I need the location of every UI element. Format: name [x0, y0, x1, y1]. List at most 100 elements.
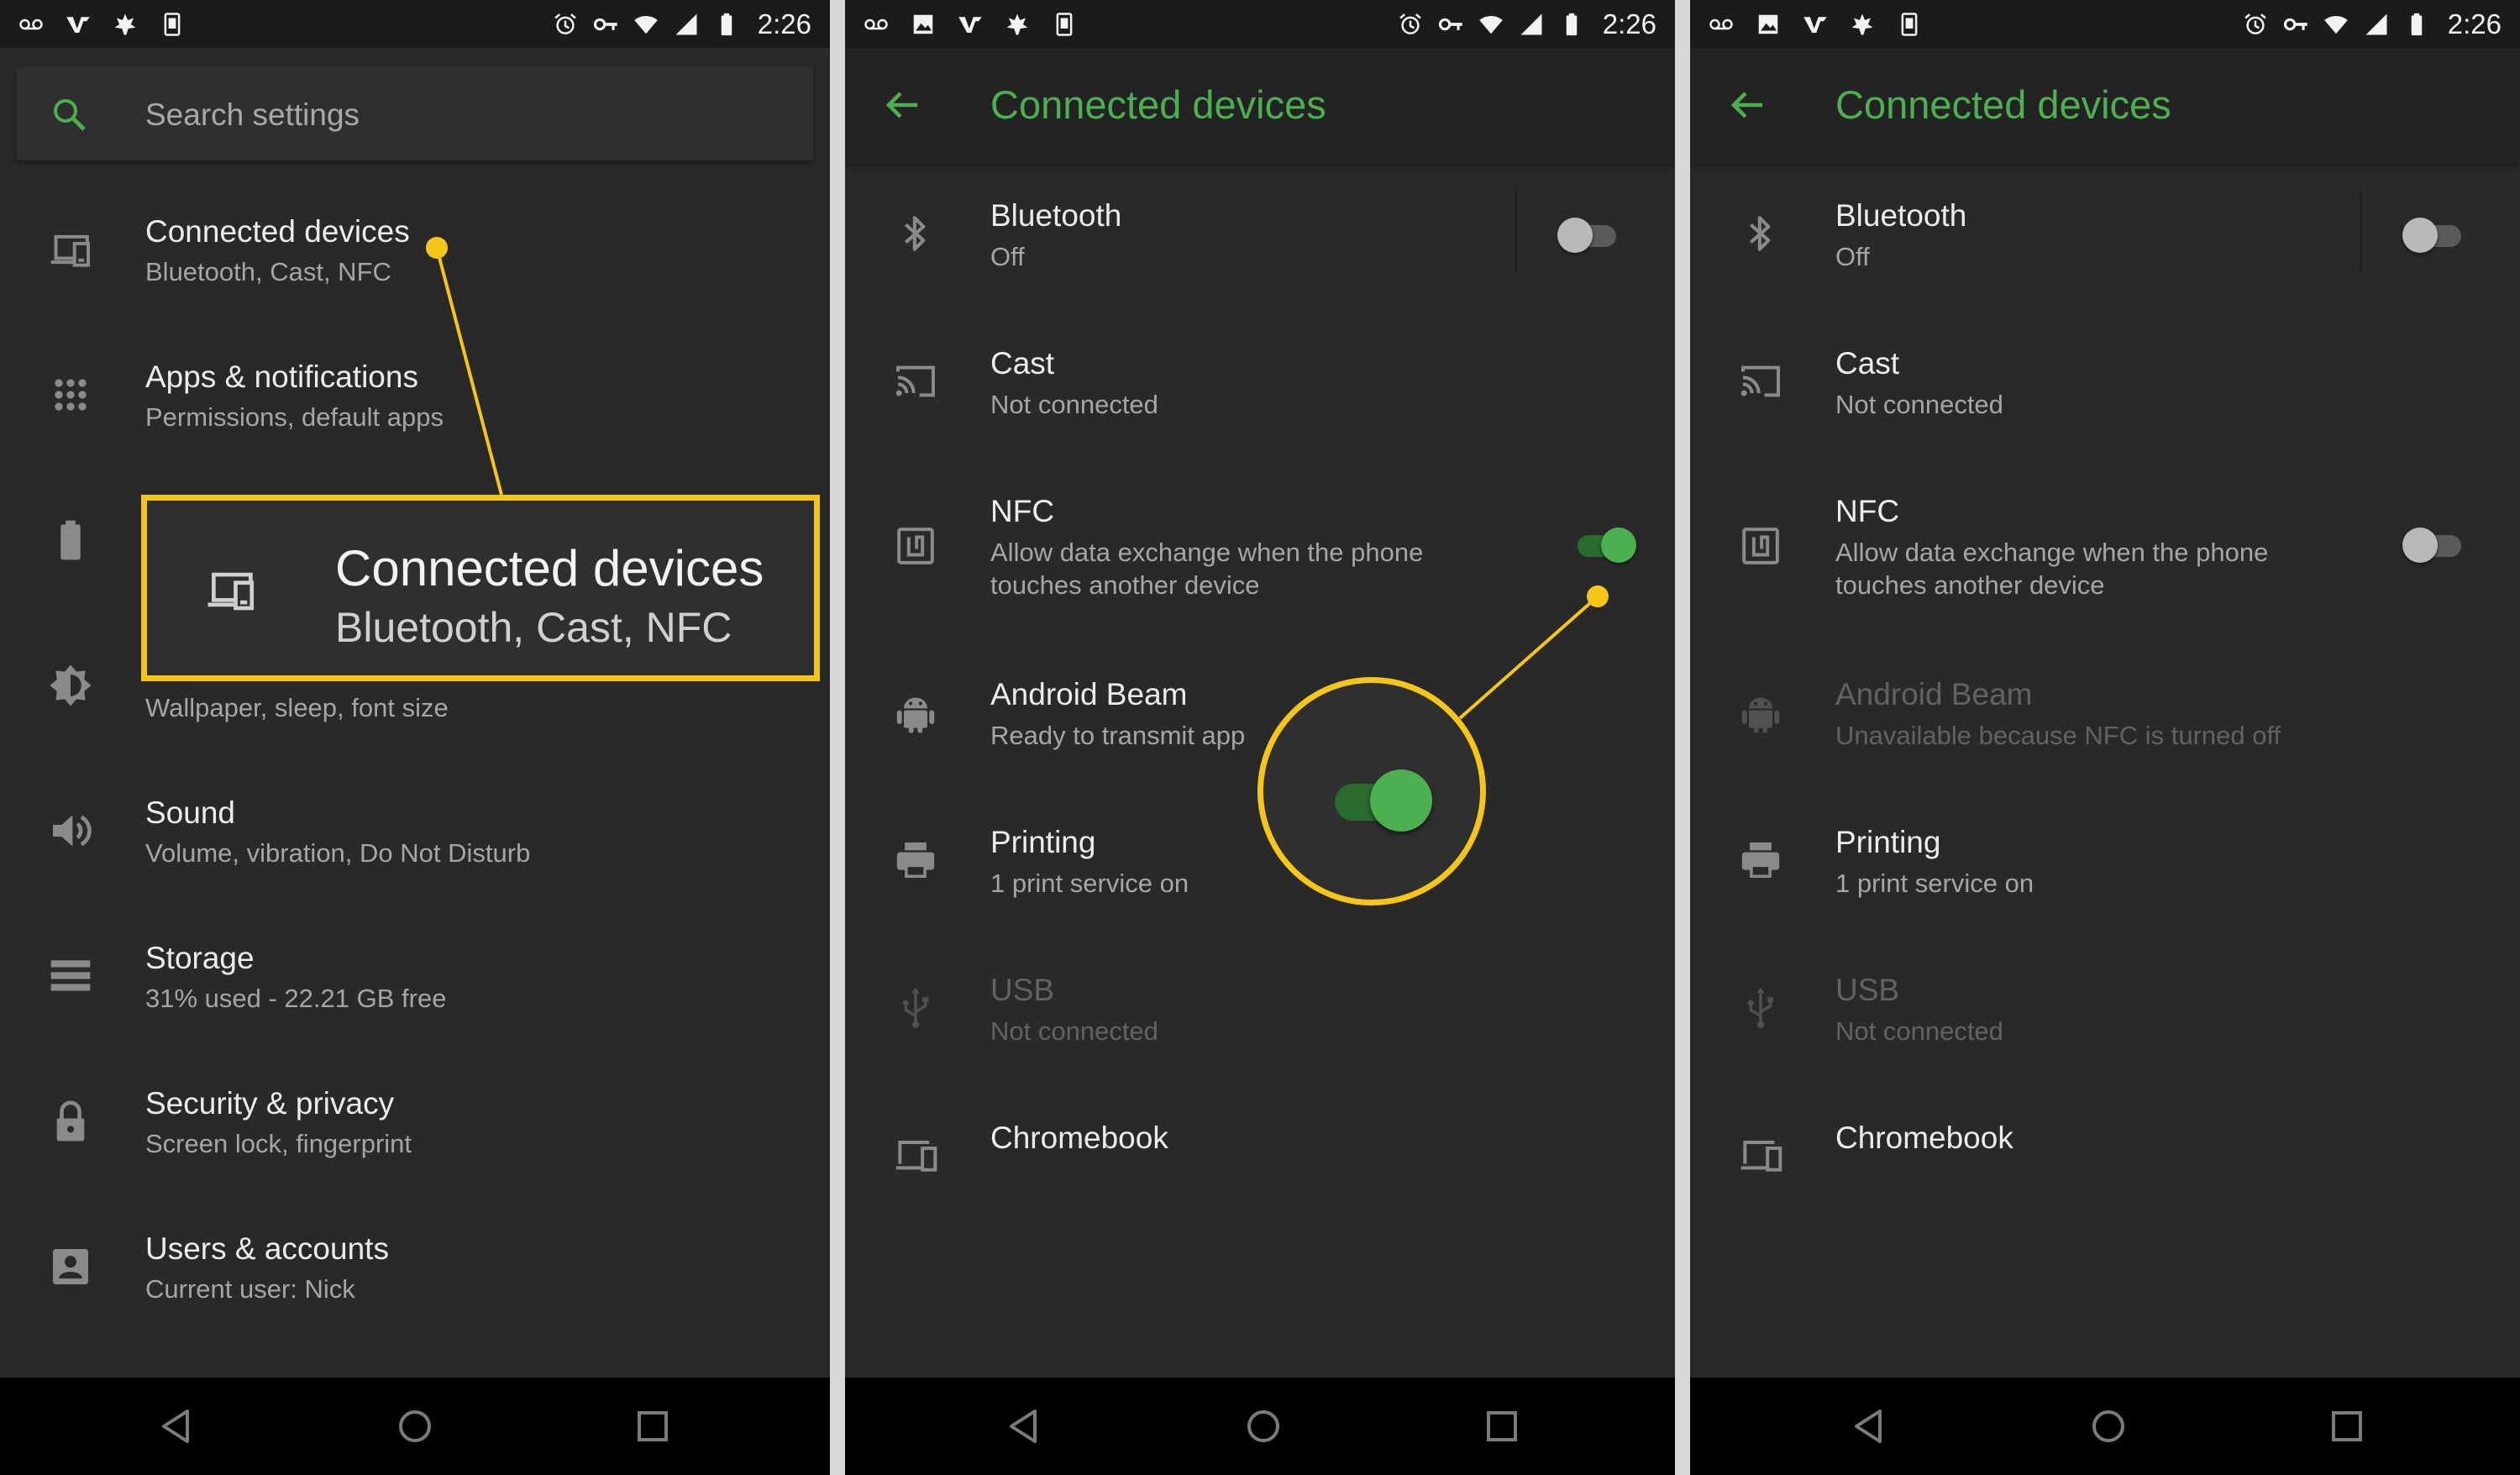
- item-subtitle: Not connected: [990, 1016, 1158, 1046]
- home-nav-icon[interactable]: [1243, 1406, 1284, 1446]
- item-subtitle: Off: [990, 242, 1025, 271]
- navigation-bar: [845, 1378, 1675, 1475]
- account-icon: [47, 1243, 94, 1290]
- brightness-icon: [47, 662, 94, 709]
- home-nav-icon[interactable]: [395, 1406, 435, 1446]
- item-title: NFC: [1835, 494, 1900, 528]
- item-subtitle: Volume, vibration, Do Not Disturb: [145, 838, 531, 868]
- item-subtitle: Screen lock, fingerprint: [145, 1129, 412, 1158]
- list-item-cast[interactable]: Cast Not connected: [845, 312, 1675, 455]
- apps-icon: [47, 371, 94, 418]
- settings-item-connected-devices[interactable]: Connected devices Bluetooth, Cast, NFC: [0, 174, 830, 317]
- settings-item-sound[interactable]: Sound Volume, vibration, Do Not Disturb: [0, 755, 830, 898]
- item-title: Android Beam: [1835, 677, 2033, 711]
- item-subtitle-line-1: Allow data exchange when the phone: [990, 538, 1424, 567]
- bluetooth-toggle[interactable]: [2402, 218, 2468, 253]
- battery-status-icon: [2404, 12, 2429, 37]
- voicemail-icon: [18, 12, 44, 37]
- recents-nav-icon[interactable]: [633, 1406, 673, 1446]
- status-bar: 2:26: [1690, 0, 2520, 48]
- item-subtitle-line-1: Allow data exchange when the phone: [1835, 538, 2269, 567]
- item-title: Chromebook: [990, 1121, 1168, 1155]
- connected-devices-callout: Connected devices Bluetooth, Cast, NFC: [141, 495, 820, 681]
- battery-status-icon: [1559, 12, 1584, 37]
- clock: 2:26: [2447, 8, 2502, 39]
- nfc-toggle-magnified: [1335, 769, 1432, 832]
- cast-icon: [892, 358, 939, 405]
- back-nav-icon[interactable]: [157, 1406, 197, 1446]
- image-icon: [911, 12, 936, 37]
- v-app-icon: [66, 12, 91, 37]
- voicemail-icon: [864, 12, 889, 37]
- phone-notification-icon: [160, 12, 185, 37]
- bluetooth-toggle[interactable]: [1557, 218, 1623, 253]
- list-item-chromebook[interactable]: Chromebook: [845, 1087, 1675, 1230]
- item-subtitle: Not connected: [1835, 1016, 2003, 1046]
- list-item-cast[interactable]: Cast Not connected: [1690, 312, 2520, 455]
- search-settings-bar[interactable]: Search settings: [17, 67, 813, 160]
- list-item-bluetooth[interactable]: Bluetooth Off: [845, 165, 1675, 307]
- list-item-usb: USB Not connected: [845, 939, 1675, 1082]
- list-item-bluetooth[interactable]: Bluetooth Off: [1690, 165, 2520, 307]
- volume-icon: [47, 807, 94, 854]
- settings-item-users-accounts[interactable]: Users & accounts Current user: Nick: [0, 1191, 830, 1334]
- callout-subtitle: Bluetooth, Cast, NFC: [335, 604, 732, 651]
- item-title: Bluetooth: [990, 198, 1122, 233]
- recents-nav-icon[interactable]: [2327, 1406, 2367, 1446]
- settings-item-storage[interactable]: Storage 31% used - 22.21 GB free: [0, 900, 830, 1043]
- bluetooth-icon: [892, 210, 939, 257]
- storage-icon: [47, 953, 94, 1000]
- recents-nav-icon[interactable]: [1482, 1406, 1522, 1446]
- item-subtitle: Ready to transmit app: [990, 721, 1246, 750]
- item-subtitle: 31% used - 22.21 GB free: [145, 984, 447, 1013]
- cast-icon: [1737, 358, 1784, 405]
- vpn-key-icon: [593, 12, 618, 37]
- home-nav-icon[interactable]: [2088, 1406, 2129, 1446]
- alarm-icon: [2243, 12, 2268, 37]
- settings-item-apps-notifications[interactable]: Apps & notifications Permissions, defaul…: [0, 319, 830, 462]
- back-arrow-icon[interactable]: [1727, 85, 1767, 125]
- search-placeholder: Search settings: [145, 97, 360, 132]
- nfc-toggle[interactable]: [2402, 528, 2468, 563]
- back-arrow-icon[interactable]: [882, 85, 922, 125]
- connected-devices-screen-nfc-on: 2:26 Connected devices Bluetooth Off Cas…: [845, 0, 1675, 1475]
- printer-icon: [892, 837, 939, 884]
- item-title: Apps & notifications: [145, 360, 418, 394]
- list-item-android-beam: Android Beam Unavailable because NFC is …: [1690, 643, 2520, 786]
- phone-notification-icon: [1897, 12, 1922, 37]
- wifi-icon: [2323, 12, 2349, 37]
- list-item-nfc[interactable]: NFC Allow data exchange when the phone t…: [1690, 460, 2520, 603]
- leaf-icon: [113, 12, 138, 37]
- item-title: Cast: [1835, 346, 1900, 381]
- list-item-nfc[interactable]: NFC Allow data exchange when the phone t…: [845, 460, 1675, 603]
- item-title: Sound: [145, 795, 235, 830]
- item-title: Security & privacy: [145, 1086, 395, 1121]
- navigation-bar: [0, 1378, 830, 1475]
- list-item-chromebook[interactable]: Chromebook: [1690, 1087, 2520, 1230]
- item-subtitle: Not connected: [1835, 390, 2003, 419]
- nfc-toggle[interactable]: [1571, 528, 1636, 563]
- back-nav-icon[interactable]: [1005, 1406, 1045, 1446]
- item-subtitle-line-2: touches another device: [1835, 570, 2105, 600]
- item-subtitle: Current user: Nick: [145, 1274, 355, 1304]
- chromebook-icon: [1737, 1131, 1784, 1178]
- settings-screen: 2:26 Search settings Connected devices B…: [0, 0, 830, 1475]
- devices-icon: [207, 572, 255, 611]
- alarm-icon: [1398, 12, 1423, 37]
- item-title: Printing: [1835, 825, 1941, 859]
- list-item-printing[interactable]: Printing 1 print service on: [1690, 791, 2520, 934]
- status-bar: 2:26: [845, 0, 1675, 48]
- app-bar: Connected devices: [845, 48, 1675, 163]
- nfc-icon: [892, 522, 939, 570]
- voicemail-icon: [1709, 12, 1734, 37]
- settings-item-security-privacy[interactable]: Security & privacy Screen lock, fingerpr…: [0, 1046, 830, 1189]
- clock: 2:26: [757, 8, 811, 39]
- usb-icon: [892, 984, 939, 1031]
- item-subtitle: Off: [1835, 242, 1870, 271]
- back-nav-icon[interactable]: [1850, 1406, 1890, 1446]
- leaf-icon: [1850, 12, 1875, 37]
- item-title: Chromebook: [1835, 1121, 2013, 1155]
- nfc-icon: [1737, 522, 1784, 570]
- clock: 2:26: [1602, 8, 1656, 39]
- item-title: Bluetooth: [1835, 198, 1967, 233]
